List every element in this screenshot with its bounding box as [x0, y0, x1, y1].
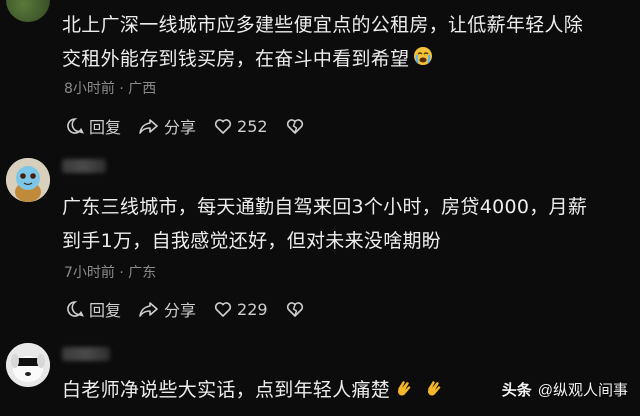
- comment-2: 广东三线城市，每天通勤自驾来回3个小时，房贷4000，月薪 到手1万，自我感觉还…: [0, 150, 640, 335]
- reply-label: 回复: [89, 301, 122, 320]
- clapping-hands-icon: [424, 374, 444, 408]
- like-count: 229: [237, 299, 268, 319]
- heart-icon: [214, 301, 232, 317]
- comment-text: 广东三线城市，每天通勤自驾来回3个小时，房贷4000，月薪 到手1万，自我感觉还…: [62, 190, 628, 258]
- broken-heart-icon: [286, 118, 303, 134]
- username-blurred: [62, 159, 106, 173]
- heart-icon: [214, 118, 232, 134]
- share-button[interactable]: 分享: [139, 297, 196, 321]
- watermark: 头条 @纵观人间事: [502, 379, 628, 400]
- comment-meta: 7小时前 · 广东: [64, 265, 157, 281]
- comment-text-line: 广东三线城市，每天通勤自驾来回3个小时，房贷4000，月薪: [62, 196, 588, 218]
- dislike-button[interactable]: [286, 118, 309, 135]
- avatar[interactable]: [6, 158, 50, 202]
- comment-text: 北上广深一线城市应多建些便宜点的公租房，让低薪年轻人除 交租外能存到钱买房，在奋…: [62, 8, 628, 77]
- reply-icon: [67, 301, 84, 317]
- crying-face-icon: [413, 43, 433, 77]
- comment-actions: 回复 分享 229: [66, 297, 327, 321]
- reply-icon: [67, 118, 84, 134]
- reply-button[interactable]: 回复: [66, 114, 121, 138]
- clapping-hands-icon: [394, 374, 414, 408]
- comment-text-line: 到手1万，自我感觉还好，但对未来没啥期盼: [62, 230, 442, 252]
- watermark-brand: 头条: [501, 382, 532, 399]
- like-button[interactable]: 252: [214, 117, 268, 136]
- reply-label: 回复: [89, 118, 122, 137]
- comment-actions: 回复 分享 252: [66, 114, 327, 138]
- avatar[interactable]: [6, 343, 50, 387]
- share-icon: [139, 119, 158, 134]
- username-blurred: [62, 347, 110, 361]
- reply-button[interactable]: 回复: [66, 297, 121, 321]
- comment-text-line: 北上广深一线城市应多建些便宜点的公租房，让低薪年轻人除: [62, 14, 584, 36]
- watermark-handle: @纵观人间事: [537, 382, 628, 399]
- share-label: 分享: [164, 118, 197, 137]
- like-button[interactable]: 229: [214, 300, 268, 319]
- comment-meta: 8小时前 · 广西: [64, 81, 157, 97]
- comment-3: 白老师净说些大实话，点到年轻人痛楚: [0, 335, 640, 416]
- comment-1: 北上广深一线城市应多建些便宜点的公租房，让低薪年轻人除 交租外能存到钱买房，在奋…: [0, 0, 640, 150]
- share-icon: [139, 302, 158, 317]
- broken-heart-icon: [286, 301, 303, 317]
- share-button[interactable]: 分享: [139, 114, 196, 138]
- squirtle-avatar-icon: [6, 158, 50, 202]
- dog-avatar-icon: [6, 343, 50, 387]
- like-count: 252: [237, 116, 268, 136]
- share-label: 分享: [164, 301, 197, 320]
- comment-text-line: 交租外能存到钱买房，在奋斗中看到希望: [62, 42, 628, 77]
- dislike-button[interactable]: [286, 301, 309, 318]
- avatar[interactable]: [6, 0, 50, 22]
